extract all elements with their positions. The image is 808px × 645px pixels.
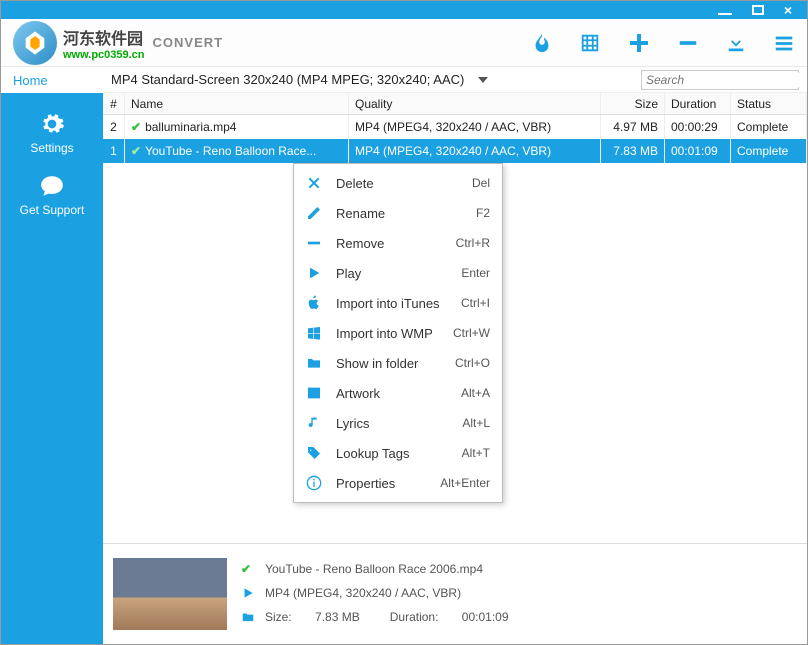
close-button[interactable]: × (784, 2, 792, 18)
check-icon: ✔ (131, 120, 141, 134)
menu-lyrics[interactable]: LyricsAlt+L (294, 408, 502, 438)
tab-home[interactable]: Home (1, 67, 103, 93)
menu-itunes[interactable]: Import into iTunesCtrl+I (294, 288, 502, 318)
sidebar-item-settings[interactable]: Settings (30, 111, 73, 155)
plus-icon[interactable] (627, 31, 651, 55)
preview-panel: ✔ YouTube - Reno Balloon Race 2006.mp4 M… (103, 543, 807, 644)
delete-icon (306, 175, 322, 191)
rename-icon (306, 205, 322, 221)
tag-icon (306, 445, 322, 461)
menu-icon[interactable] (773, 32, 795, 54)
col-duration[interactable]: Duration (665, 93, 731, 114)
folder-icon (241, 610, 255, 624)
windows-icon (306, 325, 322, 341)
sidebar: Home Settings Get Support (1, 67, 103, 644)
music-note-icon (306, 415, 322, 431)
info-icon (306, 475, 322, 491)
search-input[interactable] (646, 73, 803, 87)
menu-lookup-tags[interactable]: Lookup TagsAlt+T (294, 438, 502, 468)
col-size[interactable]: Size (601, 93, 665, 114)
convert-label: CONVERT (153, 35, 224, 50)
film-icon[interactable] (579, 32, 601, 54)
app-logo: 河东软件园 www.pc0359.cn CONVERT (13, 21, 223, 65)
preview-size: Size: 7.83 MB Duration: 00:01:09 (241, 610, 509, 624)
image-icon (306, 385, 322, 401)
check-icon: ✔ (131, 144, 141, 158)
maximize-button[interactable] (752, 2, 764, 18)
watermark-url: www.pc0359.cn (63, 49, 145, 61)
col-name[interactable]: Name (125, 93, 349, 114)
video-thumbnail[interactable] (113, 558, 227, 630)
watermark-text: 河东软件园 (63, 25, 145, 49)
sidebar-item-support[interactable]: Get Support (20, 173, 85, 217)
menu-rename[interactable]: RenameF2 (294, 198, 502, 228)
chat-icon (39, 173, 65, 199)
table-row[interactable]: 2 ✔balluminaria.mp4 MP4 (MPEG4, 320x240 … (103, 115, 807, 139)
folder-icon (306, 355, 322, 371)
menu-wmp[interactable]: Import into WMPCtrl+W (294, 318, 502, 348)
table-body: 2 ✔balluminaria.mp4 MP4 (MPEG4, 320x240 … (103, 115, 807, 543)
table-row[interactable]: 1 ✔YouTube - Reno Balloon Race... MP4 (M… (103, 139, 807, 163)
sidebar-item-label: Get Support (20, 203, 85, 217)
col-num[interactable]: # (103, 93, 125, 114)
check-icon: ✔ (241, 562, 251, 576)
menu-delete[interactable]: DeleteDel (294, 168, 502, 198)
preview-format: MP4 (MPEG4, 320x240 / AAC, VBR) (241, 586, 509, 600)
apple-icon (306, 295, 322, 311)
menu-show-folder[interactable]: Show in folderCtrl+O (294, 348, 502, 378)
preview-filename: ✔ YouTube - Reno Balloon Race 2006.mp4 (241, 562, 509, 576)
play-icon (306, 265, 322, 281)
remove-icon (306, 235, 322, 251)
format-row: MP4 Standard-Screen 320x240 (MP4 MPEG; 3… (103, 67, 807, 93)
logo-icon (13, 21, 57, 65)
menu-artwork[interactable]: ArtworkAlt+A (294, 378, 502, 408)
col-status[interactable]: Status (731, 93, 807, 114)
minimize-button[interactable] (718, 2, 732, 18)
flame-icon[interactable] (531, 32, 553, 54)
chevron-down-icon[interactable] (478, 77, 488, 83)
search-box[interactable] (641, 70, 799, 90)
col-quality[interactable]: Quality (349, 93, 601, 114)
menu-properties[interactable]: PropertiesAlt+Enter (294, 468, 502, 498)
play-icon (241, 586, 255, 600)
titlebar: × (1, 1, 807, 19)
download-icon[interactable] (725, 32, 747, 54)
menu-remove[interactable]: RemoveCtrl+R (294, 228, 502, 258)
table-header: # Name Quality Size Duration Status (103, 93, 807, 115)
context-menu: DeleteDel RenameF2 RemoveCtrl+R PlayEnte… (293, 163, 503, 503)
toolbar: 河东软件园 www.pc0359.cn CONVERT (1, 19, 807, 67)
gear-icon (39, 111, 65, 137)
sidebar-item-label: Settings (30, 141, 73, 155)
format-selector[interactable]: MP4 Standard-Screen 320x240 (MP4 MPEG; 3… (111, 72, 464, 87)
minus-icon[interactable] (677, 32, 699, 54)
menu-play[interactable]: PlayEnter (294, 258, 502, 288)
